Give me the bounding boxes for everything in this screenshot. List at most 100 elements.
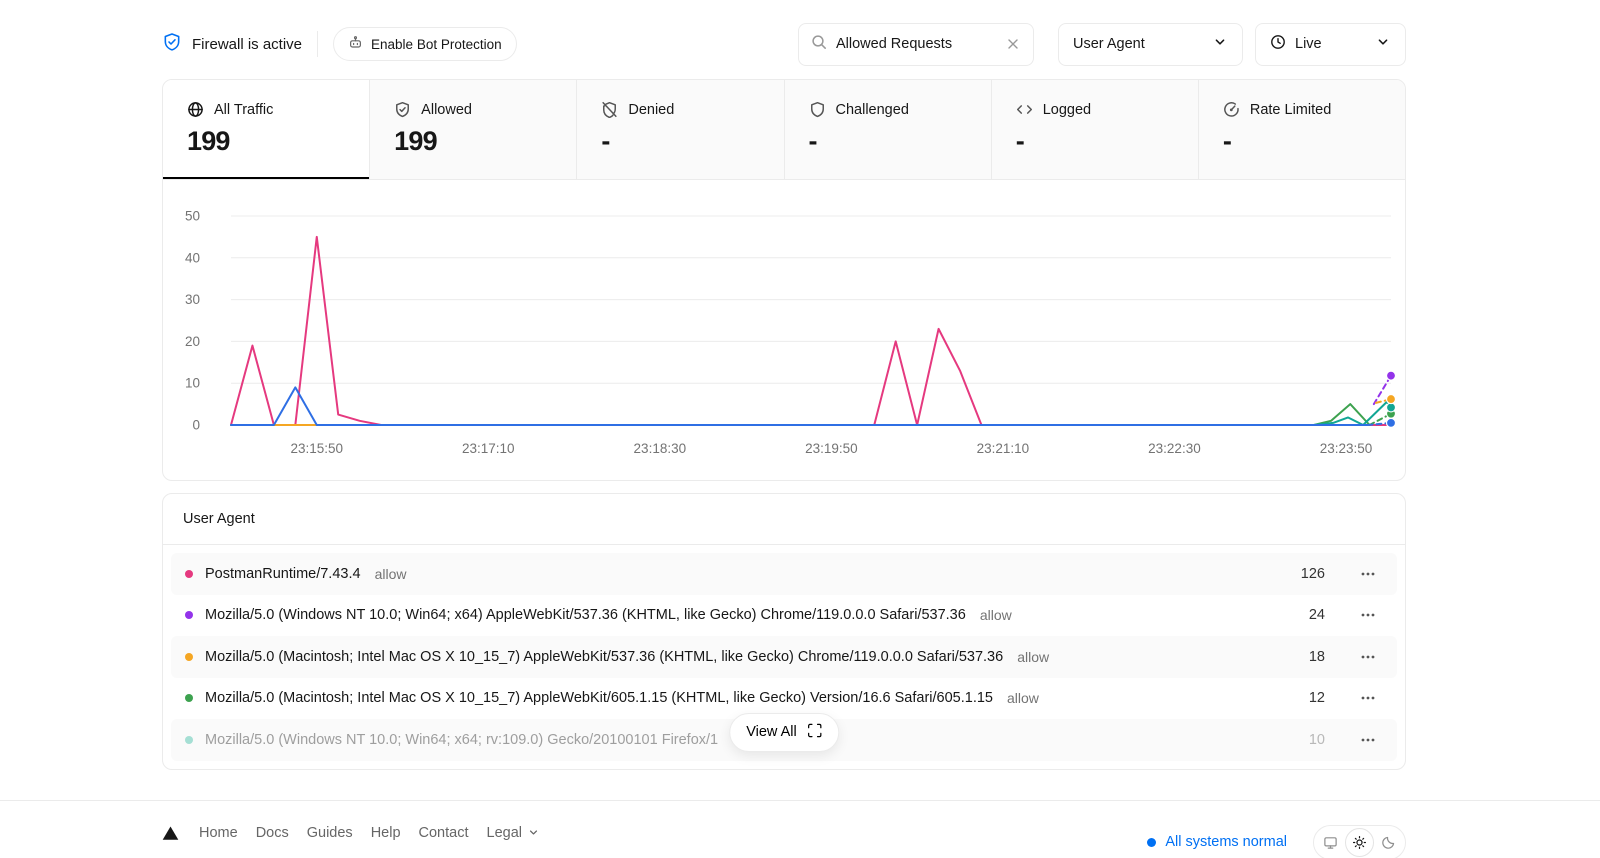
footer-link-contact[interactable]: Contact [419, 825, 469, 841]
tab-denied[interactable]: Denied- [577, 80, 784, 180]
footer-link-home[interactable]: Home [199, 825, 238, 841]
user-agent-table: User Agent PostmanRuntime/7.43.4allow126… [162, 493, 1406, 770]
request-count: 10 [1283, 732, 1325, 748]
live-label: Live [1295, 36, 1322, 52]
series-dot [185, 736, 193, 744]
ellipsis-icon [1360, 649, 1376, 665]
line-chart: 0102030405023:15:5023:17:1023:18:3023:19… [163, 180, 1405, 480]
row-menu-button[interactable] [1353, 685, 1383, 711]
y-axis-tick-10: 10 [185, 376, 200, 391]
chevron-down-icon [1212, 34, 1228, 54]
table-row[interactable]: Mozilla/5.0 (Macintosh; Intel Mac OS X 1… [171, 636, 1397, 678]
view-all-button[interactable]: View All [729, 713, 839, 752]
series-dot [185, 653, 193, 661]
status-dot [1147, 838, 1156, 847]
tab-rate-limited[interactable]: Rate Limited- [1199, 80, 1405, 180]
tab-all-traffic[interactable]: All Traffic 199 [163, 80, 370, 180]
table-row[interactable]: PostmanRuntime/7.43.4allow126 [171, 553, 1397, 595]
bot-icon [348, 35, 363, 53]
system-status-link[interactable]: All systems normal [1147, 834, 1287, 850]
series-dot [185, 570, 193, 578]
request-count: 18 [1283, 649, 1325, 665]
user-agent-value: Mozilla/5.0 (Windows NT 10.0; Win64; x64… [205, 607, 966, 623]
search-input[interactable] [836, 36, 996, 52]
x-axis-tick: 23:17:10 [462, 441, 515, 456]
theme-system-button[interactable] [1316, 828, 1345, 857]
firewall-shield-check-icon [162, 32, 182, 56]
chart-line-teal [231, 402, 1387, 425]
action-badge: allow [375, 566, 407, 582]
series-dot [185, 694, 193, 702]
search-input-wrapper [798, 23, 1034, 66]
y-axis-tick-40: 40 [185, 250, 200, 265]
user-agent-filter-select[interactable]: User Agent [1058, 23, 1243, 66]
tab-challenged[interactable]: Challenged- [785, 80, 992, 180]
x-axis-tick: 23:18:30 [634, 441, 687, 456]
action-badge: allow [1017, 649, 1049, 665]
footer-link-guides[interactable]: Guides [307, 825, 353, 841]
row-menu-button[interactable] [1353, 727, 1383, 753]
tab-value: 199 [394, 126, 552, 157]
y-axis-tick-0: 0 [192, 418, 200, 433]
live-mode-select[interactable]: Live [1255, 23, 1406, 66]
x-axis-tick: 23:15:50 [290, 441, 343, 456]
chart-line-green [231, 404, 1370, 425]
expand-icon [807, 723, 822, 742]
row-menu-button[interactable] [1353, 561, 1383, 587]
live-point-blue [1387, 418, 1396, 427]
tab-value: 199 [187, 126, 345, 157]
vercel-logo-icon[interactable] [162, 825, 179, 841]
tab-logged[interactable]: Logged- [992, 80, 1199, 180]
live-point-purple [1387, 371, 1396, 380]
enable-bot-protection-button[interactable]: Enable Bot Protection [333, 27, 517, 61]
tab-label: Challenged [836, 102, 909, 118]
bot-icon [348, 35, 363, 50]
tab-allowed[interactable]: Allowed 199 [370, 80, 577, 180]
expand-icon [807, 723, 822, 738]
action-badge: allow [1007, 690, 1039, 706]
chart-line-pink [231, 237, 1391, 425]
x-axis-tick: 23:23:50 [1320, 441, 1373, 456]
chevron-down-icon [1375, 34, 1391, 50]
ellipsis-icon [1360, 607, 1376, 623]
chart-line-blue [231, 387, 1367, 425]
ellipsis-icon [1360, 732, 1376, 748]
vercel-logo-icon [162, 825, 179, 841]
clock-icon [1270, 34, 1286, 50]
globe-icon [187, 101, 204, 118]
code-icon [1016, 101, 1033, 118]
y-axis-tick-20: 20 [185, 334, 200, 349]
divider [317, 31, 318, 57]
ellipsis-icon [1360, 690, 1376, 706]
tab-label: Allowed [421, 102, 472, 118]
chevron-down-icon [1375, 34, 1391, 54]
shield-check-icon [394, 101, 411, 118]
x-axis-tick: 23:22:30 [1148, 441, 1201, 456]
theme-dark-button[interactable] [1374, 828, 1403, 857]
x-axis-tick: 23:21:10 [977, 441, 1030, 456]
live-point-teal [1387, 403, 1396, 412]
tab-label: Logged [1043, 102, 1091, 118]
row-menu-button[interactable] [1353, 602, 1383, 628]
search-icon [811, 34, 827, 50]
table-title: User Agent [163, 494, 1405, 545]
clock-icon [1270, 34, 1286, 54]
row-menu-button[interactable] [1353, 644, 1383, 670]
user-agent-filter-label: User Agent [1073, 36, 1145, 52]
search-icon [811, 34, 827, 55]
user-agent-value: Mozilla/5.0 (Macintosh; Intel Mac OS X 1… [205, 649, 1003, 665]
footer-link-legal[interactable]: Legal [487, 825, 540, 841]
ellipsis-icon [1360, 566, 1376, 582]
x-axis-tick: 23:19:50 [805, 441, 858, 456]
main-content: Firewall is active Enable Bot Protection… [162, 22, 1406, 770]
footer-link-help[interactable]: Help [371, 825, 401, 841]
clear-search-icon[interactable] [1005, 36, 1021, 52]
tab-label: All Traffic [214, 102, 273, 118]
tab-label: Rate Limited [1250, 102, 1331, 118]
footer: Home Docs Guides Help Contact Legal All syste… [162, 801, 1406, 858]
request-count: 126 [1283, 566, 1325, 582]
traffic-tabs: All Traffic199Allowed199Denied-Challenge… [163, 80, 1405, 180]
theme-light-button[interactable] [1345, 828, 1374, 857]
table-row[interactable]: Mozilla/5.0 (Windows NT 10.0; Win64; x64… [171, 595, 1397, 637]
footer-link-docs[interactable]: Docs [256, 825, 289, 841]
